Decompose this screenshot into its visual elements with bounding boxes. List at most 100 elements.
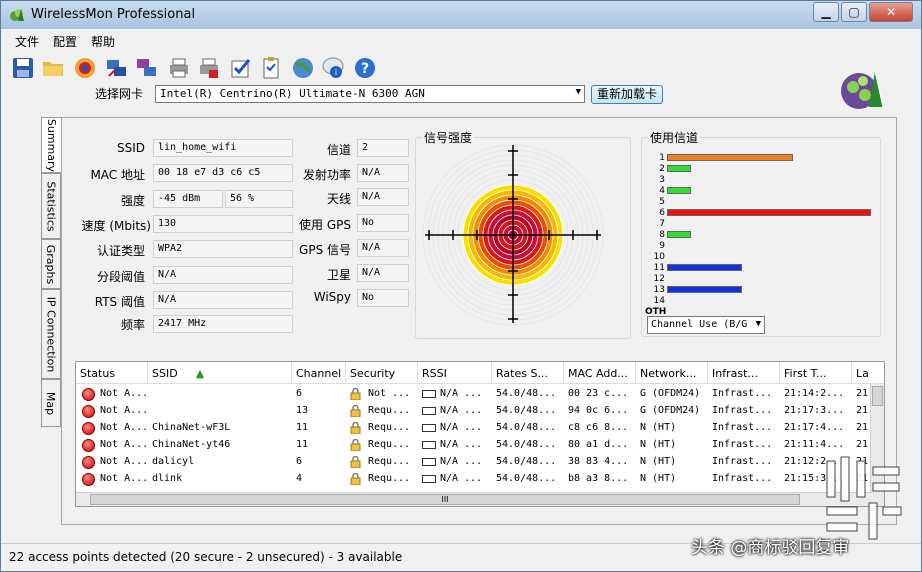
col-rates[interactable]: Rates S... xyxy=(492,362,564,384)
maximize-button[interactable]: ▢ xyxy=(841,2,867,22)
cell-status: Not A... xyxy=(100,473,148,484)
network-adapters-icon[interactable] xyxy=(135,56,159,80)
app-logo-icon xyxy=(10,9,24,21)
table-row[interactable]: Not A... ChinaNet-yt46 11 Requ... N/A ... 54.… xyxy=(76,437,872,454)
checklist-icon[interactable] xyxy=(229,56,253,80)
cell-rates: 54.0/48... xyxy=(496,456,557,467)
txpower-label: 发射功率 xyxy=(302,168,351,182)
cell-security: Requ... xyxy=(368,456,411,467)
col-rssi[interactable]: RSSI xyxy=(418,362,492,384)
tab-map[interactable]: Map xyxy=(41,379,61,427)
cell-channel: 4 xyxy=(296,473,303,484)
cell-mac: b8 a3 8... xyxy=(568,473,629,484)
cell-channel: 13 xyxy=(296,405,309,416)
frag-label: 分段阈值 xyxy=(96,270,145,284)
vscroll-thumb[interactable] xyxy=(872,386,883,406)
channel-mode-select[interactable]: Channel Use (B/G ▼ xyxy=(647,316,765,334)
nic-select[interactable]: Intel(R) Centrino(R) Ultimate-N 6300 AGN… xyxy=(155,85,585,103)
cell-status: Not A... xyxy=(100,405,148,416)
channel-label: 13 xyxy=(653,285,665,295)
cell-channel: 6 xyxy=(296,388,303,399)
cell-ssid: dlink xyxy=(152,473,183,484)
horizontal-scrollbar[interactable]: III xyxy=(76,492,872,506)
col-infrastructure[interactable]: Infrast... xyxy=(708,362,780,384)
channel-label: 14 xyxy=(653,296,665,306)
toolbar: i ? xyxy=(1,52,921,86)
channel-label: 5 xyxy=(659,197,665,207)
chevron-down-icon: ▼ xyxy=(755,319,761,329)
channel-usage-bar xyxy=(667,264,742,271)
network-adapter-icon[interactable] xyxy=(105,56,129,80)
clipboard-icon[interactable] xyxy=(259,56,283,80)
svg-text:?: ? xyxy=(361,61,369,77)
cell-first-time: 21:17:3... xyxy=(784,405,845,416)
rssi-bar-icon xyxy=(422,441,436,449)
col-network[interactable]: Network... xyxy=(636,362,708,384)
menu-file[interactable]: 文件 xyxy=(15,33,39,50)
reload-card-button[interactable]: 重新加载卡 xyxy=(591,85,663,104)
cell-network: N (HT) xyxy=(640,439,677,450)
rssi-bar-icon xyxy=(422,458,436,466)
status-text: 22 access points detected (20 secure - 2… xyxy=(9,550,403,564)
printer-icon[interactable] xyxy=(167,56,191,80)
not-associated-icon xyxy=(82,456,95,469)
sort-asc-icon: ▲ xyxy=(195,367,205,380)
table-row[interactable]: Not A... 6 Not ... N/A ... 54.0/48... 00 23 c… xyxy=(76,386,872,403)
menu-config[interactable]: 配置 xyxy=(53,33,77,50)
antenna-label: 天线 xyxy=(326,192,351,206)
cell-last: 21 xyxy=(856,388,869,399)
tab-graphs[interactable]: Graphs xyxy=(41,239,61,289)
tab-ip-connection[interactable]: IP Connection xyxy=(41,289,61,379)
col-mac[interactable]: MAC Add... xyxy=(564,362,636,384)
nic-label: 选择网卡 xyxy=(95,87,144,101)
channel-usage-bar xyxy=(667,231,691,238)
col-channel[interactable]: Channel xyxy=(292,362,346,384)
col-last[interactable]: La xyxy=(852,362,884,384)
cell-channel: 11 xyxy=(296,422,309,433)
minimize-button[interactable]: ▁ xyxy=(813,2,839,22)
channel-mode-value: Channel Use (B/G xyxy=(651,319,748,330)
tab-statistics[interactable]: Statistics xyxy=(41,173,61,239)
nic-select-value: Intel(R) Centrino(R) Ultimate-N 6300 AGN xyxy=(160,87,425,100)
info-chat-icon[interactable]: i xyxy=(321,56,345,80)
table-row[interactable]: Not A... dalicyl 6 Requ... N/A ... 54.0/48...… xyxy=(76,454,872,471)
list-header: Status SSID ▲ Channel Security RSSI Rates… xyxy=(76,362,884,384)
access-point-list[interactable]: Status SSID ▲ Channel Security RSSI Rates… xyxy=(75,361,885,507)
rssi-bar-icon xyxy=(422,424,436,432)
table-row[interactable]: Not A... ChinaNet-wF3L 11 Requ... N/A ... 54.… xyxy=(76,420,872,437)
globe-icon[interactable] xyxy=(291,56,315,80)
rts-value: N/A xyxy=(153,291,293,309)
channel-use-title: 使用信道 xyxy=(648,129,701,146)
strength-dbm-value: -45 dBm xyxy=(153,190,223,208)
col-security[interactable]: Security xyxy=(346,362,418,384)
cell-first-time: 21:14:2... xyxy=(784,388,845,399)
help-icon[interactable]: ? xyxy=(353,56,377,80)
table-row[interactable]: Not A... dlink 4 Requ... N/A ... 54.0/48... b8… xyxy=(76,471,872,488)
col-ssid[interactable]: SSID ▲ xyxy=(148,362,292,384)
lock-icon xyxy=(350,473,361,485)
cell-rssi: N/A ... xyxy=(440,405,483,416)
wirelessmon-logo-icon xyxy=(841,70,884,109)
cell-security: Requ... xyxy=(368,405,411,416)
cell-network: G (OFDM24) xyxy=(640,388,701,399)
hscroll-thumb[interactable]: III xyxy=(90,494,800,505)
col-status[interactable]: Status xyxy=(76,362,148,384)
ssid-label: SSID xyxy=(116,141,145,155)
print-red-icon[interactable] xyxy=(197,56,221,80)
cell-last: 21 xyxy=(856,422,869,433)
save-icon[interactable] xyxy=(11,56,35,80)
channel-label: 6 xyxy=(659,208,665,218)
not-associated-icon xyxy=(82,473,95,486)
table-row[interactable]: Not A... 13 Requ... N/A ... 54.0/48... 94 0c … xyxy=(76,403,872,420)
wispy-value: No xyxy=(357,289,409,307)
tab-summary[interactable]: Summary xyxy=(41,117,61,173)
col-first-time[interactable]: First T... xyxy=(780,362,852,384)
record-icon[interactable] xyxy=(73,56,97,80)
channel-label: 10 xyxy=(653,252,665,262)
close-button[interactable]: ✕ xyxy=(869,2,913,22)
open-folder-icon[interactable] xyxy=(41,56,65,80)
antenna-value: N/A xyxy=(357,188,409,206)
menu-help[interactable]: 帮助 xyxy=(91,33,115,50)
title-bar[interactable]: WirelessMon Professional ▁ ▢ ✕ xyxy=(1,1,921,29)
cell-network: N (HT) xyxy=(640,473,677,484)
